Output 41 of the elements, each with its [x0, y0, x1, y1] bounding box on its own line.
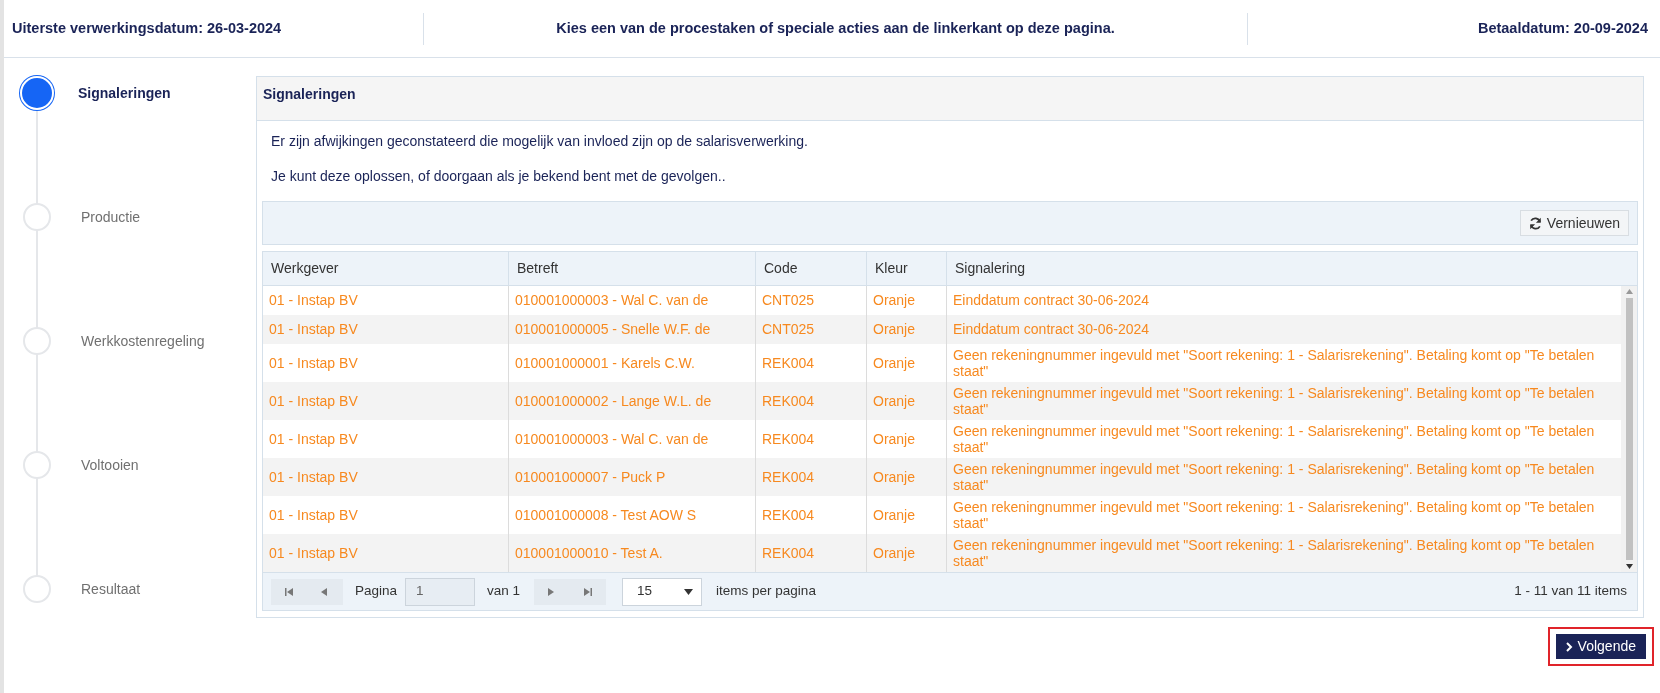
instruction-text: Kies een van de procestaken of speciale acties aan de linkerkant op deze pagina. — [556, 18, 1115, 38]
table-cell-text: Einddatum contract 30-06-2024 — [952, 291, 1151, 310]
item-count: 1 - 11 van 11 items — [1514, 582, 1627, 601]
previous-page-icon — [321, 587, 329, 596]
column-header[interactable]: Werkgever — [263, 252, 509, 285]
page-size-select[interactable]: 15 — [622, 577, 703, 606]
table-cell-text: Geen rekeningnummer ingevuld met "Soort rekening: 1 - Salarisrekening". Betaling komt op "Te betalen staat" — [952, 384, 1596, 419]
chevron-right-icon — [1565, 641, 1573, 652]
refresh-button[interactable]: Vernieuwen — [1519, 210, 1629, 236]
step-link[interactable]: Resultaat — [81, 578, 141, 600]
info-message: Je kunt deze oplossen, of doorgaan als je bekend bent met de gevolgen.. — [271, 167, 727, 186]
scroll-thumb[interactable] — [1625, 298, 1633, 560]
last-page-icon — [584, 587, 593, 596]
table-cell-text: Einddatum contract 30-06-2024 — [952, 320, 1151, 339]
step-link[interactable]: Productie — [81, 206, 141, 228]
step-link[interactable]: Werkkostenregeling — [81, 330, 205, 352]
caret-icon — [684, 588, 694, 595]
step-link[interactable]: Voltooien — [81, 454, 139, 476]
scroll-down-icon[interactable] — [1625, 564, 1633, 569]
panel-title: Signaleringen — [263, 86, 356, 102]
page-input[interactable]: 1 — [405, 577, 476, 606]
column-header[interactable]: Signalering — [947, 252, 1621, 285]
first-page-icon — [285, 587, 293, 596]
table-cell-text: Geen rekeningnummer ingevuld met "Soort rekening: 1 - Salarisrekening". Betaling komt op "Te betalen staat" — [952, 422, 1596, 457]
deadline-text: Uiterste verwerkingsdatum: 26-03-2024 — [12, 18, 282, 38]
table-cell-text: Geen rekeningnummer ingevuld met "Soort rekening: 1 - Salarisrekening". Betaling komt op "Te betalen staat" — [952, 536, 1596, 571]
table-cell-text: Geen rekeningnummer ingevuld met "Soort rekening: 1 - Salarisrekening". Betaling komt op "Te betalen staat" — [952, 498, 1596, 533]
pay-date-text: Betaaldatum: 20-09-2024 — [1477, 18, 1648, 38]
table-cell-text: Geen rekeningnummer ingevuld met "Soort rekening: 1 - Salarisrekening". Betaling komt op "Te betalen staat" — [952, 460, 1596, 495]
table-cell-text: Geen rekeningnummer ingevuld met "Soort rekening: 1 - Salarisrekening". Betaling komt op "Te betalen staat" — [952, 346, 1596, 381]
page-size-label: items per pagina — [716, 582, 816, 601]
refresh-icon — [1528, 216, 1542, 230]
step-link[interactable]: Signaleringen — [78, 82, 171, 104]
column-header[interactable]: Kleur — [867, 252, 947, 285]
info-message: Er zijn afwijkingen geconstateerd die mogelijk van invloed zijn op de salarisverwerking. — [271, 132, 809, 151]
page-count: van 1 — [487, 582, 521, 601]
scroll-up-icon[interactable] — [1625, 289, 1633, 294]
next-button[interactable]: Volgende — [1555, 634, 1646, 659]
column-header[interactable]: Code — [756, 252, 867, 285]
page-label: Pagina — [355, 582, 398, 601]
column-header[interactable]: Betreft — [509, 252, 756, 285]
